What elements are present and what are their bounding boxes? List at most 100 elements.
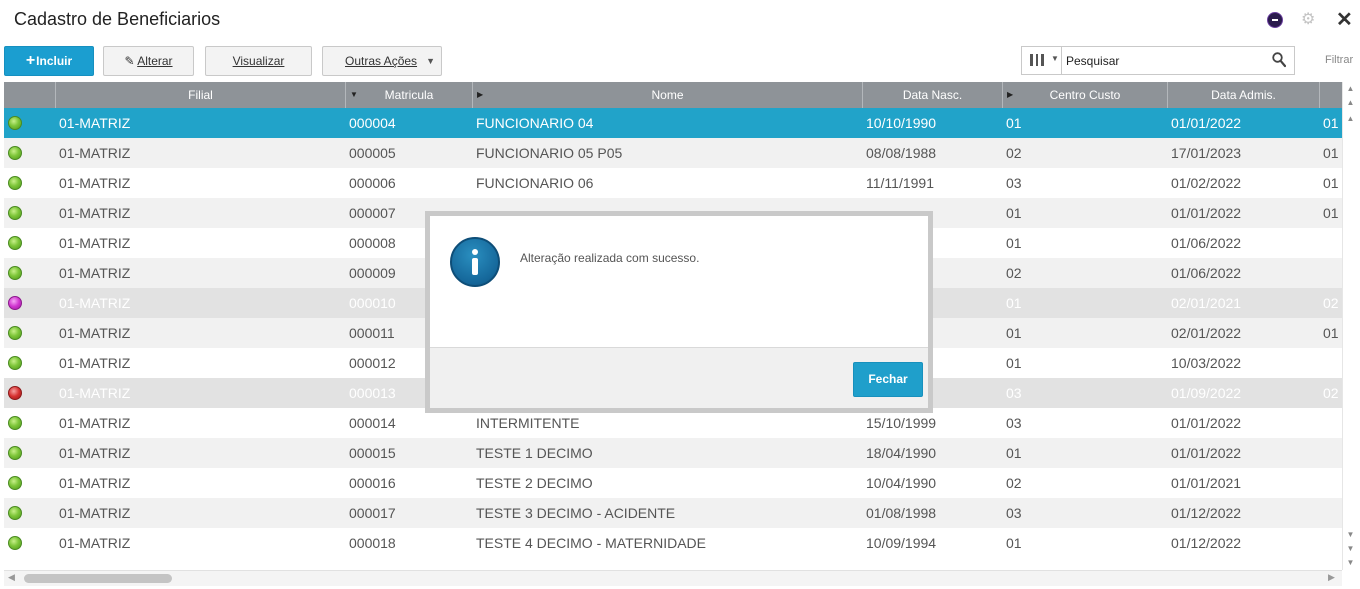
status-legend-icon[interactable] <box>8 116 22 130</box>
header-nome-label: Nome <box>651 88 684 102</box>
column-selector-button[interactable]: ▼ <box>1022 47 1062 74</box>
cell-filial: 01-MATRIZ <box>59 475 131 491</box>
status-legend-icon[interactable] <box>8 206 22 220</box>
cell-nome: TESTE 1 DECIMO <box>476 445 593 461</box>
header-extra <box>1320 82 1342 108</box>
cell-data-nasc: 11/11/1991 <box>866 175 934 191</box>
sort-desc-icon: ▼ <box>350 90 358 99</box>
close-icon[interactable]: ✕ <box>1336 10 1353 30</box>
page-title: Cadastro de Beneficiarios <box>14 9 221 29</box>
scroll-top-icon[interactable]: ▲ <box>1343 82 1358 96</box>
outras-acoes-button[interactable]: Outras Ações ▼ <box>322 46 442 76</box>
cell-data-admis: 01/02/2022 <box>1171 175 1242 191</box>
alterar-button[interactable]: ✎ Alterar <box>103 46 194 76</box>
horizontal-scroll-thumb[interactable] <box>24 574 172 583</box>
caret-down-icon: ▼ <box>426 56 435 66</box>
header-status <box>4 82 56 108</box>
status-legend-icon[interactable] <box>8 446 22 460</box>
cell-centro-custo: 03 <box>1006 505 1022 521</box>
cell-extra <box>1323 228 1342 258</box>
status-legend-icon[interactable] <box>8 266 22 280</box>
table-row[interactable]: 01-MATRIZ 000018 TESTE 4 DECIMO - MATERNID… <box>4 528 1342 558</box>
status-legend-icon[interactable] <box>8 356 22 370</box>
horizontal-scrollbar[interactable]: ◀ ▶ <box>4 570 1342 586</box>
cell-data-admis: 10/03/2022 <box>1171 355 1242 371</box>
status-legend-icon[interactable] <box>8 476 22 490</box>
header-centro-custo[interactable]: ▶ Centro Custo <box>1003 82 1168 108</box>
cell-matricula: 000015 <box>349 445 396 461</box>
status-legend-icon[interactable] <box>8 536 22 550</box>
status-legend-icon[interactable] <box>8 146 22 160</box>
cell-extra <box>1323 348 1342 378</box>
header-matricula[interactable]: ▼ Matricula <box>346 82 473 108</box>
cell-nome: FUNCIONARIO 05 P05 <box>476 145 623 161</box>
header-filial[interactable]: Filial <box>56 82 346 108</box>
cell-extra <box>1323 528 1342 558</box>
dialog-body: Alteração realizada com sucesso. <box>430 216 928 347</box>
header-centro-custo-label: Centro Custo <box>1049 88 1121 102</box>
scroll-page-up-icon[interactable]: ▲ <box>1343 112 1358 126</box>
incluir-button[interactable]: +Incluir <box>4 46 94 76</box>
scroll-up-icon[interactable]: ▲ <box>1343 96 1358 110</box>
table-row[interactable]: 01-MATRIZ 000005 FUNCIONARIO 05 P05 08/08/1… <box>4 138 1342 168</box>
cell-data-admis: 01/01/2021 <box>1171 475 1242 491</box>
cell-extra: 01 <box>1323 115 1339 131</box>
table-row[interactable]: 01-MATRIZ 000016 TESTE 2 DECIMO 10/04/1990 0… <box>4 468 1342 498</box>
cell-data-admis: 01/06/2022 <box>1171 235 1242 251</box>
cell-data-nasc: 18/04/1990 <box>866 445 937 461</box>
gear-icon[interactable]: ⚙ <box>1301 10 1315 30</box>
app-brand-icon[interactable] <box>1267 12 1283 28</box>
sort-indicator-icon: ▶ <box>477 90 484 99</box>
table-row[interactable]: 01-MATRIZ 000017 TESTE 3 DECIMO - ACIDENTE… <box>4 498 1342 528</box>
cell-filial: 01-MATRIZ <box>59 535 131 551</box>
cell-filial: 01-MATRIZ <box>59 355 131 371</box>
header-data-nasc[interactable]: Data Nasc. <box>863 82 1003 108</box>
status-legend-icon[interactable] <box>8 506 22 520</box>
status-legend-icon[interactable] <box>8 326 22 340</box>
cell-filial: 01-MATRIZ <box>59 145 131 161</box>
scroll-bottom-icon[interactable]: ▼ <box>1343 556 1358 570</box>
scroll-down-icon[interactable]: ▼ <box>1343 542 1358 556</box>
cell-centro-custo: 01 <box>1006 205 1022 221</box>
vertical-scrollbar[interactable]: ▲ ▲ ▲ ▼ ▼ ▼ <box>1342 82 1358 570</box>
scroll-right-icon[interactable]: ▶ <box>1328 572 1335 583</box>
fechar-button[interactable]: Fechar <box>853 362 923 397</box>
cell-centro-custo: 01 <box>1006 445 1022 461</box>
visualizar-button[interactable]: Visualizar <box>205 46 312 76</box>
filter-link[interactable]: Filtrar <box>1325 54 1353 66</box>
cell-nome: TESTE 3 DECIMO - ACIDENTE <box>476 505 676 521</box>
cell-filial: 01-MATRIZ <box>59 115 131 131</box>
cell-data-nasc: 10/09/1994 <box>866 535 937 551</box>
table-row[interactable]: 01-MATRIZ 000004 FUNCIONARIO 04 10/10/1990 0… <box>4 108 1342 138</box>
table-row[interactable]: 01-MATRIZ 000015 TESTE 1 DECIMO 18/04/1990 0… <box>4 438 1342 468</box>
search-icon[interactable] <box>1272 52 1286 68</box>
header-data-admis[interactable]: Data Admis. <box>1168 82 1320 108</box>
cell-extra: 01 <box>1323 325 1339 341</box>
cell-filial: 01-MATRIZ <box>59 385 131 401</box>
status-legend-icon[interactable] <box>8 386 22 400</box>
cell-centro-custo: 01 <box>1006 535 1022 551</box>
cell-centro-custo: 01 <box>1006 235 1022 251</box>
cell-nome: TESTE 4 DECIMO - MATERNIDADE <box>476 535 706 551</box>
status-legend-icon[interactable] <box>8 176 22 190</box>
sort-indicator-icon: ▶ <box>1007 90 1014 99</box>
cell-centro-custo: 03 <box>1006 175 1022 191</box>
header-nome[interactable]: ▶ Nome <box>473 82 863 108</box>
status-legend-icon[interactable] <box>8 416 22 430</box>
cell-centro-custo: 01 <box>1006 115 1022 131</box>
cell-nome: FUNCIONARIO 06 <box>476 175 594 191</box>
cell-data-nasc: 08/08/1988 <box>866 145 937 161</box>
status-legend-icon[interactable] <box>8 236 22 250</box>
search-input[interactable] <box>1066 51 1266 71</box>
table-row[interactable]: 01-MATRIZ 000006 FUNCIONARIO 06 11/11/1991 0… <box>4 168 1342 198</box>
cell-filial: 01-MATRIZ <box>59 265 131 281</box>
cell-data-admis: 01/01/2022 <box>1171 415 1242 431</box>
caret-down-icon: ▼ <box>1051 54 1059 63</box>
scroll-page-down-icon[interactable]: ▼ <box>1343 528 1358 542</box>
grid-header: Filial ▼ Matricula ▶ Nome Data Nasc. ▶ Cent… <box>4 82 1342 108</box>
scroll-left-icon[interactable]: ◀ <box>8 572 15 583</box>
dialog-footer: Fechar <box>430 347 928 408</box>
cell-extra: 02 <box>1323 295 1339 311</box>
status-legend-icon[interactable] <box>8 296 22 310</box>
cell-data-admis: 01/12/2022 <box>1171 505 1242 521</box>
